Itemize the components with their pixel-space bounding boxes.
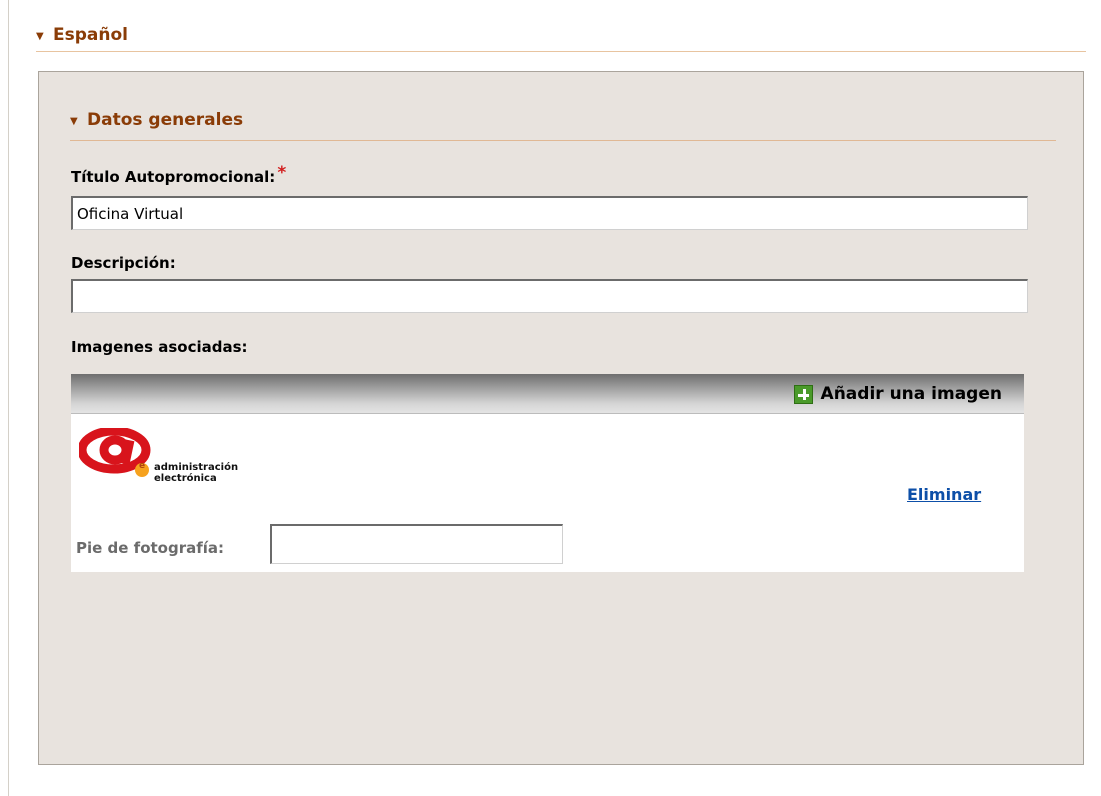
titulo-input[interactable] (71, 196, 1028, 230)
required-marker: * (277, 163, 287, 183)
section-title: Español (53, 25, 128, 45)
logo-text: administración electrónica (154, 462, 238, 484)
section-header[interactable]: ▼ Español (36, 22, 128, 48)
triangle-down-icon: ▼ (70, 115, 78, 127)
svg-text:e: e (139, 461, 145, 471)
imagenes-label: Imagenes asociadas: (71, 338, 248, 356)
descripcion-input[interactable] (71, 279, 1028, 313)
logo-line-1: administración (154, 462, 239, 473)
caption-input[interactable] (270, 524, 563, 564)
logo-line-2: electrónica (154, 473, 217, 484)
subsection-header[interactable]: ▼ Datos generales (70, 107, 243, 133)
subsection-title: Datos generales (87, 110, 244, 130)
caption-label: Pie de fotografía: (76, 539, 225, 557)
delete-image-link[interactable]: Eliminar (907, 485, 981, 504)
images-toolbar: Añadir una imagen (71, 374, 1024, 414)
add-image-label: Añadir una imagen (820, 384, 1002, 404)
triangle-down-icon: ▼ (36, 30, 44, 42)
subsection-divider (70, 140, 1056, 141)
section-divider (36, 51, 1086, 52)
titulo-label: Título Autopromocional: * (71, 163, 286, 188)
descripcion-label: Descripción: (71, 254, 176, 272)
add-image-button[interactable]: Añadir una imagen (793, 384, 1002, 404)
plus-icon (793, 384, 813, 404)
images-box: Añadir una imagen e administración elect… (71, 374, 1024, 572)
titulo-label-text: Título Autopromocional: (71, 168, 276, 186)
left-border (8, 0, 9, 796)
image-thumbnail: e administración electrónica (77, 426, 283, 484)
